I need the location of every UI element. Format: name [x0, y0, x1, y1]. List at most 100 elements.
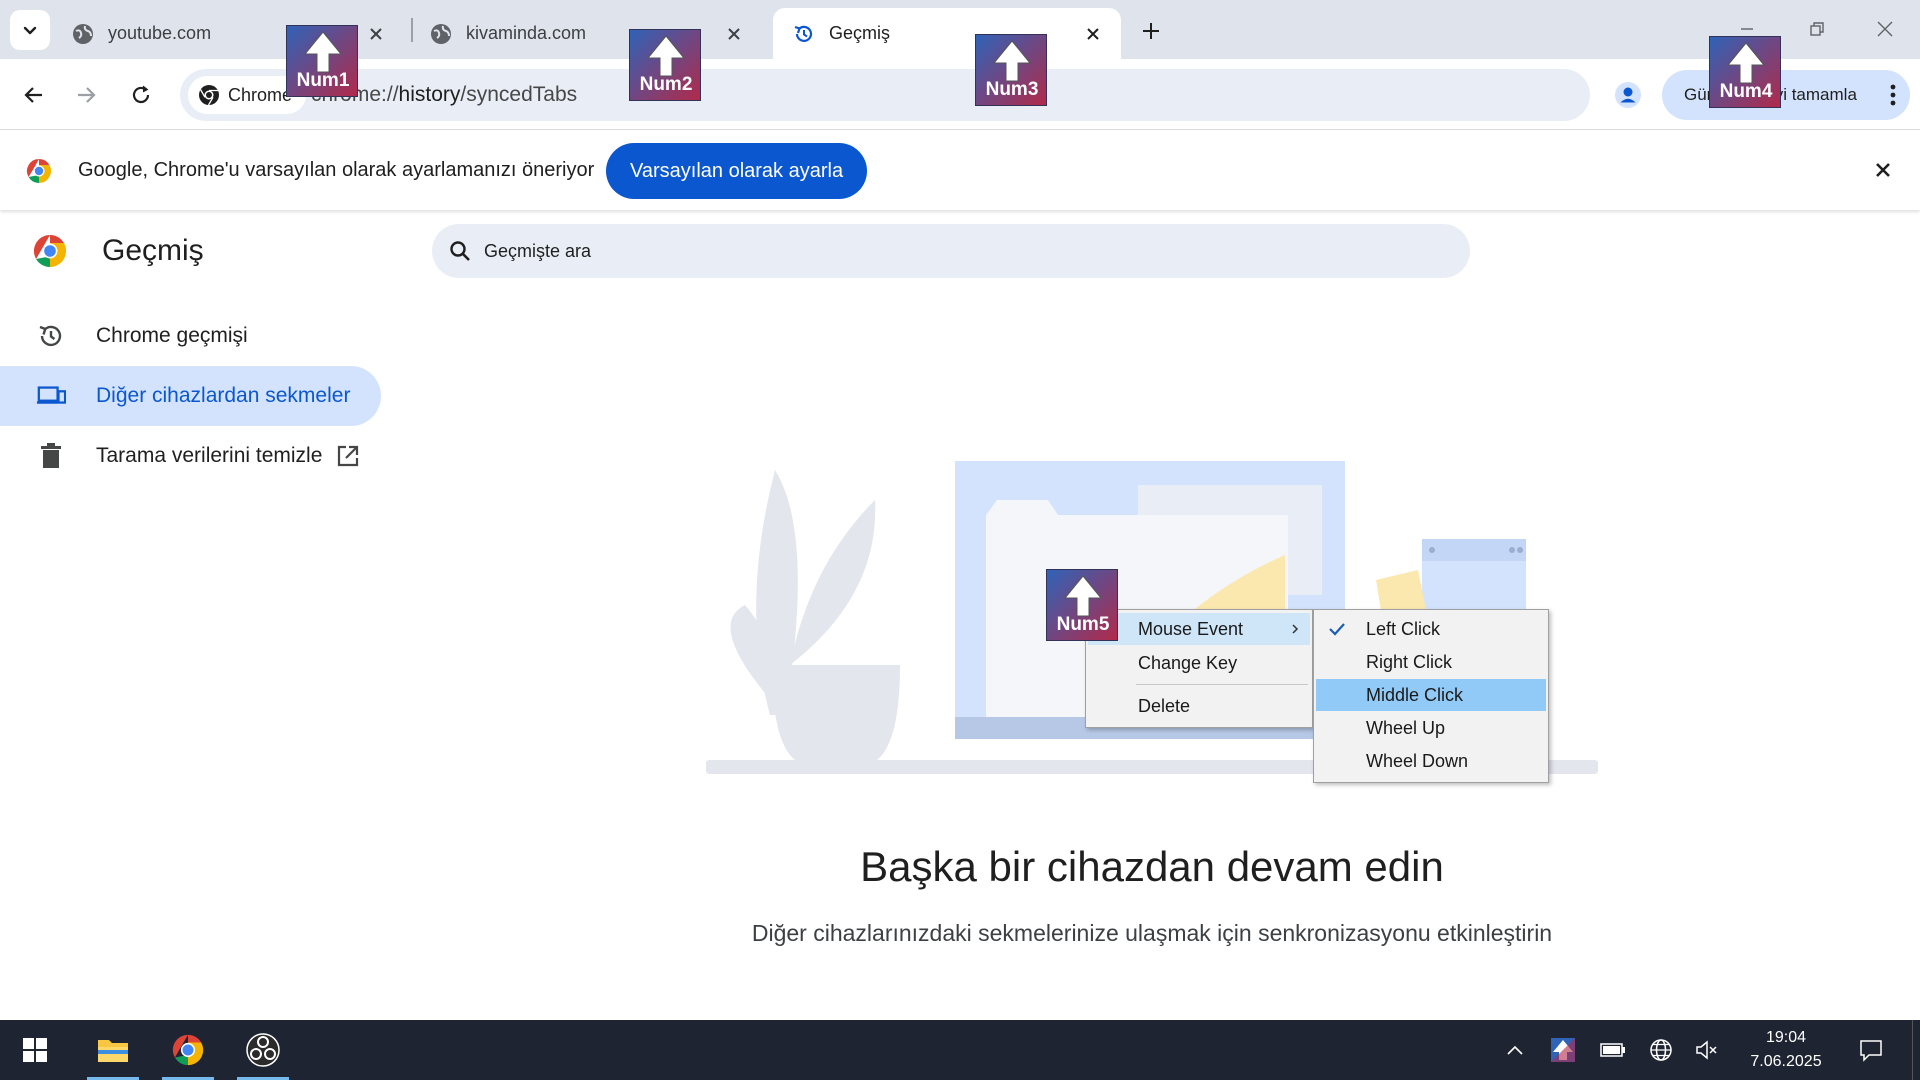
- num-badge-label: Num4: [1719, 81, 1773, 102]
- forward-button[interactable]: [66, 75, 106, 115]
- site-chip-label: Chrome: [228, 84, 293, 105]
- checkmark-icon: [1329, 623, 1345, 636]
- close-tab-icon[interactable]: [718, 18, 750, 50]
- close-tab-icon[interactable]: [1077, 18, 1109, 50]
- sidebar-item-clear-browsing-data[interactable]: Tarama verilerini temizle: [0, 426, 381, 486]
- chrome-logo-icon: [33, 234, 67, 268]
- profile-button[interactable]: [1608, 75, 1648, 115]
- restore-button[interactable]: [1792, 8, 1842, 50]
- back-button[interactable]: [14, 75, 54, 115]
- close-icon: [1877, 21, 1893, 37]
- num-badge-label: Num2: [639, 74, 693, 95]
- update-chrome-button[interactable]: Güncellemeyi tamamla: [1662, 70, 1910, 120]
- num-overlay-badge[interactable]: Num3: [975, 34, 1047, 106]
- devices-icon: [36, 381, 66, 411]
- keymapper-app-icon: [1551, 1038, 1575, 1062]
- sidebar-item-other-devices[interactable]: Diğer cihazlardan sekmeler: [0, 366, 381, 426]
- globe-icon: [72, 23, 94, 45]
- history-icon: [793, 23, 815, 45]
- sidebar-item-label: Diğer cihazlardan sekmeler: [96, 384, 351, 407]
- tray-battery[interactable]: [1596, 1020, 1630, 1080]
- arrow-right-icon: [78, 87, 96, 103]
- num-overlay-badge[interactable]: Num5: [1046, 569, 1118, 641]
- menu-item-label: Right Click: [1366, 651, 1453, 672]
- folder-icon: [98, 1040, 128, 1062]
- minimize-icon: [1741, 28, 1753, 30]
- start-button[interactable]: [5, 1020, 65, 1080]
- num-badge-label: Num1: [296, 70, 350, 91]
- infobar-message: Google, Chrome'u varsayılan olarak ayarl…: [78, 159, 595, 181]
- num-badge-label: Num3: [985, 79, 1039, 100]
- menu-item-delete[interactable]: Delete: [1088, 690, 1310, 722]
- address-bar[interactable]: Chrome chrome://history/syncedTabs: [180, 69, 1745, 121]
- menu-item-mouse-event[interactable]: Mouse Event: [1088, 613, 1310, 645]
- menu-item-right-click[interactable]: Right Click: [1316, 646, 1546, 678]
- show-desktop-button[interactable]: [1912, 1020, 1920, 1080]
- battery-icon: [1600, 1043, 1625, 1057]
- show-hidden-icons-button[interactable]: [1500, 1020, 1530, 1080]
- chrome-logo-icon: [26, 159, 52, 183]
- default-browser-infobar: Google, Chrome'u varsayılan olarak ayarl…: [0, 131, 1920, 210]
- reload-button[interactable]: [121, 75, 161, 115]
- taskbar-chrome[interactable]: [158, 1020, 218, 1080]
- sidebar-item-label: Chrome geçmişi: [96, 324, 248, 347]
- menu-item-label: Left Click: [1366, 618, 1441, 639]
- search-icon: [450, 241, 470, 261]
- menu-item-wheel-down[interactable]: Wheel Down: [1316, 745, 1546, 777]
- url-path: /syncedTabs: [460, 83, 578, 106]
- page-title: Geçmiş: [102, 234, 204, 267]
- close-window-button[interactable]: [1860, 8, 1910, 50]
- tab-search-button[interactable]: [10, 10, 50, 50]
- close-tab-icon[interactable]: [360, 18, 392, 50]
- sidebar-item-chrome-history[interactable]: Chrome geçmişi: [0, 306, 381, 366]
- num-badge-label: Num5: [1056, 614, 1110, 635]
- system-clock[interactable]: 19:04 7.06.2025: [1728, 1020, 1844, 1080]
- open-in-new-icon: [336, 444, 360, 468]
- history-icon: [36, 321, 66, 351]
- reload-icon: [132, 85, 150, 104]
- context-menu: Mouse Event Change Key Delete: [1085, 609, 1313, 728]
- menu-item-wheel-up[interactable]: Wheel Up: [1316, 712, 1546, 744]
- tray-volume[interactable]: [1690, 1020, 1724, 1080]
- taskbar-file-explorer[interactable]: [83, 1020, 143, 1080]
- trash-icon: [36, 441, 66, 471]
- mouse-event-submenu: Left Click Right Click Middle Click Whee…: [1313, 609, 1549, 783]
- history-search-input[interactable]: Geçmişte ara: [432, 224, 1470, 278]
- chevron-down-icon: [23, 26, 37, 35]
- arrow-up-icon: [992, 40, 1032, 82]
- tray-network[interactable]: [1644, 1020, 1678, 1080]
- arrow-up-icon: [1063, 575, 1103, 617]
- arrow-up-icon: [1726, 42, 1766, 84]
- search-placeholder: Geçmişte ara: [484, 240, 592, 261]
- infobar-close-button[interactable]: [1866, 153, 1900, 187]
- menu-item-left-click[interactable]: Left Click: [1316, 613, 1546, 645]
- notification-icon: [1860, 1040, 1882, 1062]
- avatar-icon: [1615, 82, 1641, 108]
- tray-keymapper[interactable]: [1546, 1020, 1580, 1080]
- menu-item-label: Mouse Event: [1138, 618, 1244, 639]
- chrome-logo-icon: [172, 1034, 204, 1066]
- arrow-up-icon: [646, 35, 686, 77]
- set-default-button[interactable]: Varsayılan olarak ayarla: [606, 143, 868, 199]
- chrome-logo-icon: [199, 85, 219, 106]
- empty-state-title: Başka bir cihazdan devam edin: [860, 843, 1444, 890]
- url-host: history: [398, 83, 461, 106]
- menu-item-label: Wheel Up: [1366, 717, 1446, 738]
- sidebar-item-label: Tarama verilerini temizle: [96, 444, 323, 467]
- num-overlay-badge[interactable]: Num1: [286, 25, 358, 97]
- menu-item-middle-click[interactable]: Middle Click: [1316, 679, 1546, 711]
- menu-item-change-key[interactable]: Change Key: [1088, 647, 1310, 679]
- num-overlay-badge[interactable]: Num2: [629, 29, 701, 101]
- windows-logo-icon: [23, 1038, 47, 1062]
- action-center-button[interactable]: [1854, 1020, 1888, 1080]
- tab-history[interactable]: Geçmiş: [773, 8, 1121, 59]
- volume-muted-icon: [1696, 1040, 1717, 1060]
- num-overlay-badge[interactable]: Num4: [1709, 36, 1781, 108]
- windows-taskbar: 19:04 7.06.2025: [0, 1020, 1920, 1080]
- taskbar-obs[interactable]: [233, 1020, 293, 1080]
- menu-item-label: Middle Click: [1366, 684, 1464, 705]
- arrow-up-icon: [303, 31, 343, 73]
- new-tab-button[interactable]: [1134, 14, 1168, 48]
- tab-kivaminda[interactable]: kivaminda.com: [410, 8, 762, 59]
- obs-icon: [246, 1033, 280, 1067]
